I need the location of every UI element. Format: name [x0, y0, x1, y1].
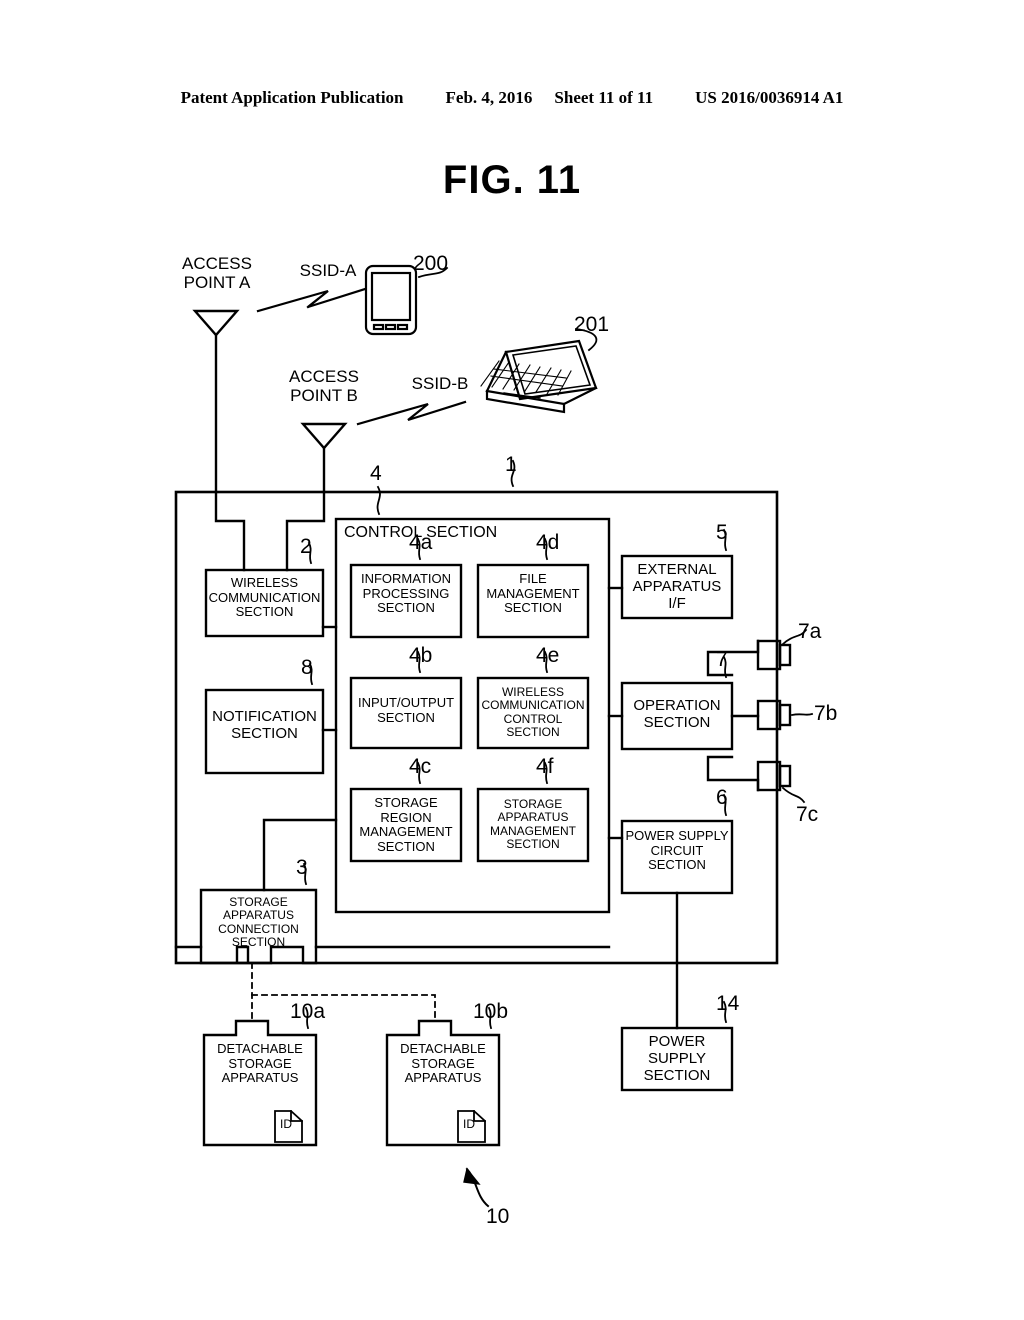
rf-link-a-icon — [256, 287, 367, 313]
wireless-communication-label: WIRELESS COMMUNICATION SECTION — [208, 575, 321, 620]
power-supply-section-label: POWER SUPPLY SECTION — [643, 1033, 711, 1084]
access-point-a-label: ACCESS POINT A — [182, 254, 252, 293]
tablet-icon — [364, 264, 418, 336]
ref-4c: 4c — [409, 755, 432, 778]
control-section-label: CONTROL SECTION — [344, 524, 498, 541]
ref-7c: 7c — [796, 803, 819, 826]
detachable-b-id-label: ID — [463, 1117, 475, 1131]
detachable-connector-lines — [251, 962, 436, 1022]
antenna-a-icon — [192, 309, 240, 494]
input-output-label: INPUT/OUTPUT SECTION — [357, 695, 455, 725]
storage-connection-label: STORAGE APPARATUS CONNECTION SECTION — [218, 895, 299, 950]
detachable-storage-a-label: DETACHABLE STORAGE APPARATUS — [217, 1041, 303, 1086]
ref-7b: 7b — [814, 702, 838, 725]
information-processing-label: INFORMATION PROCESSING SECTION — [360, 571, 452, 616]
ssid-b-label: SSID-B — [411, 374, 469, 393]
ref-4f: 4f — [536, 755, 554, 778]
ref-5: 5 — [716, 521, 728, 544]
ref-7: 7 — [716, 648, 728, 671]
ref-14: 14 — [716, 992, 740, 1015]
ref-6: 6 — [716, 786, 728, 809]
ref-4: 4 — [370, 462, 382, 485]
ref-2: 2 — [300, 535, 312, 558]
ref-10: 10 — [486, 1205, 510, 1228]
wireless-comm-control-label: WIRELESS COMMUNICATION CONTROL SECTION — [481, 685, 585, 740]
button-7b-icon — [730, 699, 792, 731]
storage-region-management-label: STORAGE REGION MANAGEMENT SECTION — [359, 795, 453, 854]
ref-4b: 4b — [409, 644, 433, 667]
ssid-a-label: SSID-A — [299, 261, 357, 280]
ref-10a: 10a — [290, 1000, 326, 1023]
storage-apparatus-management-label: STORAGE APPARATUS MANAGEMENT SECTION — [489, 797, 576, 852]
detachable-storage-b-label: DETACHABLE STORAGE APPARATUS — [400, 1041, 486, 1086]
ref-8: 8 — [301, 656, 313, 679]
figure-drawing — [174, 264, 814, 1208]
file-management-label: FILE MANAGEMENT SECTION — [486, 571, 580, 616]
laptop-icon — [480, 339, 598, 414]
ref-7a: 7a — [798, 620, 822, 643]
access-point-b-label: ACCESS POINT B — [289, 367, 359, 406]
arrowhead-10 — [463, 1167, 481, 1185]
ref-10b: 10b — [473, 1000, 509, 1023]
rf-link-b-icon — [356, 400, 467, 426]
ref-3: 3 — [296, 856, 308, 879]
notification-label: NOTIFICATION SECTION — [212, 708, 317, 742]
detachable-a-id-label: ID — [280, 1117, 292, 1131]
ref-200: 200 — [413, 252, 449, 275]
external-apparatus-if-label: EXTERNAL APPARATUS I/F — [632, 561, 722, 612]
power-supply-circuit-label: POWER SUPPLY CIRCUIT SECTION — [625, 828, 729, 873]
operation-section-label: OPERATION SECTION — [633, 697, 721, 731]
ref-4e: 4e — [536, 644, 560, 667]
antenna-b-icon — [300, 422, 348, 494]
ref-201: 201 — [574, 313, 610, 336]
ref-1: 1 — [505, 453, 517, 476]
